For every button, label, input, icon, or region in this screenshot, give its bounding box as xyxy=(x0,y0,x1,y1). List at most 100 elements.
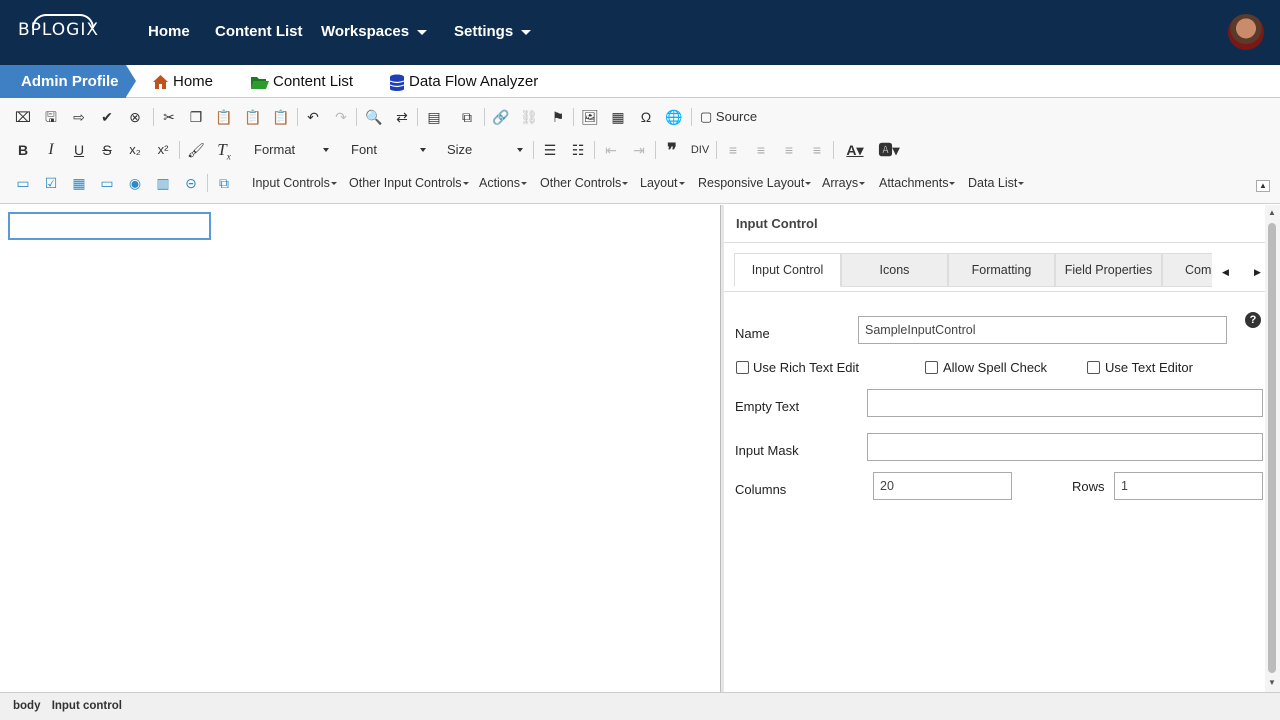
special-char-icon[interactable]: Ω xyxy=(635,106,657,128)
find-icon[interactable]: 🔍 xyxy=(363,106,385,128)
copy-format-brush-icon[interactable]: 🖌 xyxy=(185,139,207,161)
collapse-toolbar-icon[interactable]: ▲ xyxy=(1256,180,1270,192)
align-justify-icon[interactable]: ≡ xyxy=(806,139,828,161)
font-select[interactable]: Font xyxy=(345,139,430,161)
user-avatar[interactable] xyxy=(1228,14,1264,50)
unlink-icon[interactable]: ⛓ xyxy=(518,106,540,128)
menu-attachments-label: Attachments xyxy=(879,176,949,190)
menu-actions[interactable]: Actions xyxy=(479,176,527,190)
nav-home[interactable]: Home xyxy=(148,23,190,40)
underline-icon[interactable]: U xyxy=(68,139,90,161)
tab-icons[interactable]: Icons xyxy=(841,253,948,287)
menu-data-list[interactable]: Data List xyxy=(968,176,1025,190)
breadcrumb-content-list[interactable]: Content List xyxy=(250,65,353,98)
strikethrough-icon[interactable]: S xyxy=(96,139,118,161)
menu-responsive-layout[interactable]: Responsive Layout xyxy=(698,176,812,190)
align-center-icon[interactable]: ≡ xyxy=(750,139,772,161)
tab-formatting[interactable]: Formatting xyxy=(948,253,1055,287)
source-button[interactable]: ▢ Source xyxy=(700,109,757,125)
allow-spell-check-checkbox[interactable] xyxy=(925,361,938,374)
dropdown-control-icon[interactable]: ▭ xyxy=(96,172,118,194)
input-mask-field[interactable] xyxy=(867,433,1263,461)
italic-icon[interactable]: I xyxy=(40,139,62,161)
editor-canvas[interactable] xyxy=(0,205,720,692)
paste-word-icon[interactable]: 📋 xyxy=(270,106,292,128)
format-select[interactable]: Format xyxy=(248,139,333,161)
bulleted-list-icon[interactable]: ☷ xyxy=(567,139,589,161)
copy-icon[interactable]: ❐ xyxy=(185,106,207,128)
bold-icon[interactable]: B xyxy=(12,139,34,161)
close-without-save-icon[interactable]: ⌧ xyxy=(12,106,34,128)
menu-layout[interactable]: Layout xyxy=(640,176,685,190)
paste-text-icon[interactable]: 📋 xyxy=(242,106,264,128)
save-check-icon[interactable]: ✔ xyxy=(96,106,118,128)
link-icon[interactable]: 🔗 xyxy=(490,106,512,128)
scroll-down-icon[interactable]: ▼ xyxy=(1268,678,1276,687)
align-right-icon[interactable]: ≡ xyxy=(778,139,800,161)
menu-arrays[interactable]: Arrays xyxy=(822,176,866,190)
panel-scrollbar[interactable]: ▲ ▼ xyxy=(1265,205,1280,692)
anchor-flag-icon[interactable]: ⚑ xyxy=(547,106,569,128)
text-input-control-icon[interactable]: ▭ xyxy=(12,172,34,194)
menu-input-controls[interactable]: Input Controls xyxy=(252,176,337,190)
align-left-icon[interactable]: ≡ xyxy=(722,139,744,161)
use-rich-text-edit-checkbox[interactable] xyxy=(736,361,749,374)
breadcrumb-home[interactable]: Home xyxy=(152,65,213,98)
scroll-up-icon[interactable]: ▲ xyxy=(1268,208,1276,217)
image-icon[interactable]: 🖼 xyxy=(579,106,601,128)
table-icon[interactable]: ▦ xyxy=(607,106,629,128)
background-color-icon[interactable]: 🅰▾ xyxy=(876,139,902,161)
toggle-control-icon[interactable]: ⊝ xyxy=(180,172,202,194)
breadcrumb-data-flow-analyzer[interactable]: Data Flow Analyzer xyxy=(389,65,538,98)
superscript-icon[interactable]: x² xyxy=(152,139,174,161)
checkbox-control-icon[interactable]: ☑ xyxy=(40,172,62,194)
outdent-icon[interactable]: ⇤ xyxy=(600,139,622,161)
menu-attachments[interactable]: Attachments xyxy=(879,176,956,190)
use-text-editor-checkbox[interactable] xyxy=(1087,361,1100,374)
radio-control-icon[interactable]: ◉ xyxy=(124,172,146,194)
numbered-list-icon[interactable]: ☰ xyxy=(539,139,561,161)
save-icon[interactable]: 🖫 xyxy=(40,106,62,128)
columns-field[interactable]: 20 xyxy=(873,472,1012,500)
select-all-icon[interactable]: ▤ xyxy=(423,106,445,128)
button-control-icon[interactable]: ⧉ xyxy=(213,172,235,194)
redo-icon[interactable]: ↷ xyxy=(330,106,352,128)
save-and-close-icon[interactable]: ⇨ xyxy=(68,106,90,128)
remove-format-icon[interactable]: Tx xyxy=(213,139,235,161)
breadcrumb-admin-profile[interactable]: Admin Profile xyxy=(0,65,136,98)
tab-com[interactable]: Com xyxy=(1162,253,1212,287)
size-select[interactable]: Size xyxy=(441,139,527,161)
subscript-icon[interactable]: x₂ xyxy=(124,139,146,161)
indent-icon[interactable]: ⇥ xyxy=(628,139,650,161)
div-container-icon[interactable]: DIV xyxy=(689,139,711,161)
paste-icon[interactable]: 📋 xyxy=(213,106,235,128)
bplogix-logo[interactable]: BPLOGIX xyxy=(18,14,99,40)
replace-icon[interactable]: ⇄ xyxy=(391,106,413,128)
scrollbar-thumb[interactable] xyxy=(1268,223,1276,673)
text-color-icon[interactable]: A▾ xyxy=(842,139,868,161)
nav-settings[interactable]: Settings xyxy=(454,23,532,40)
tabs-scroll-right-icon[interactable]: ▶ xyxy=(1254,267,1261,278)
tab-input-control[interactable]: Input Control xyxy=(734,253,841,287)
undo-icon[interactable]: ↶ xyxy=(302,106,324,128)
rows-field[interactable]: 1 xyxy=(1114,472,1263,500)
tabs-scroll-left-icon[interactable]: ◀ xyxy=(1222,267,1229,278)
menu-other-input-controls[interactable]: Other Input Controls xyxy=(349,176,469,190)
status-path-body[interactable]: body xyxy=(13,700,40,712)
help-icon[interactable]: ? xyxy=(1245,312,1261,328)
iframe-globe-icon[interactable]: 🌐 xyxy=(663,106,685,128)
date-control-icon[interactable]: ▦ xyxy=(68,172,90,194)
status-path-input-control[interactable]: Input control xyxy=(52,700,122,712)
cancel-icon[interactable]: ⊗ xyxy=(124,106,146,128)
list-control-icon[interactable]: ▥ xyxy=(152,172,174,194)
nav-content-list[interactable]: Content List xyxy=(215,23,303,40)
cut-icon[interactable]: ✂ xyxy=(158,106,180,128)
show-blocks-icon[interactable]: ⧉ xyxy=(456,106,478,128)
tab-field-properties[interactable]: Field Properties xyxy=(1055,253,1162,287)
empty-text-field[interactable] xyxy=(867,389,1263,417)
blockquote-icon[interactable]: ❞ xyxy=(661,139,683,161)
menu-other-controls[interactable]: Other Controls xyxy=(540,176,629,190)
sample-input-control-placeholder[interactable] xyxy=(8,212,211,240)
nav-workspaces[interactable]: Workspaces xyxy=(321,23,428,40)
name-field[interactable]: SampleInputControl xyxy=(858,316,1227,344)
